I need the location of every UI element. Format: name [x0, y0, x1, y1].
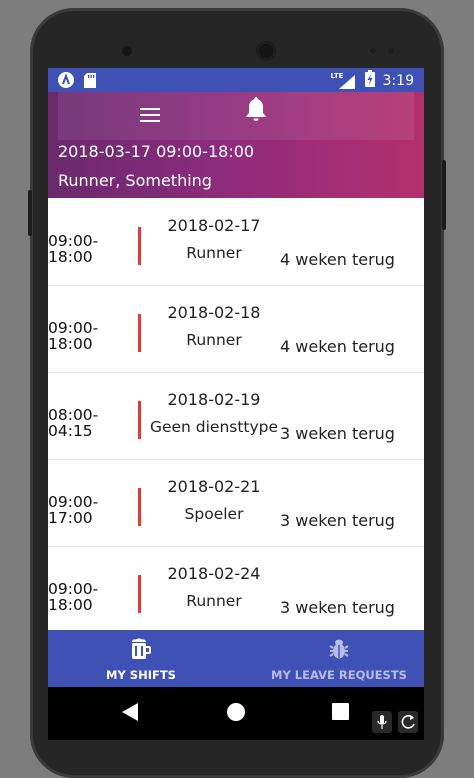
shift-date: 2018-02-21 — [167, 477, 261, 496]
signal-icon: LTE — [331, 72, 357, 90]
tab-my-leave-requests-label: MY LEAVE REQUESTS — [271, 668, 407, 682]
shift-role: Runner — [186, 244, 242, 262]
status-time: 3:19 — [382, 72, 414, 89]
shift-time: 09:00-18:00 — [48, 319, 99, 353]
battery-charging-icon — [364, 70, 375, 91]
shift-role: Runner — [186, 331, 242, 349]
shift-time: 08:00-04:15 — [48, 406, 99, 440]
shift-date: 2018-02-17 — [167, 216, 261, 235]
system-navigation-bar — [48, 687, 424, 740]
app-header: 2018-03-17 09:00-18:00 Runner, Something — [48, 92, 424, 198]
shift-indicator-bar — [138, 488, 141, 526]
shift-relative-time: 4 weken terug — [280, 250, 395, 269]
shift-role: Geen diensttype — [149, 418, 279, 436]
shift-row[interactable]: 08:00-04:15 2018-02-19 Geen diensttype 3… — [48, 372, 424, 460]
menu-icon[interactable] — [140, 104, 164, 128]
bottom-navigation: MY SHIFTS MY LEAVE REQUESTS — [48, 630, 424, 687]
shift-time: 09:00-18:00 — [48, 232, 99, 266]
shift-indicator-bar — [138, 227, 141, 265]
shift-indicator-bar — [138, 575, 141, 613]
bell-icon[interactable] — [244, 96, 270, 124]
rotate-icon[interactable] — [398, 711, 418, 733]
shift-row[interactable]: 09:00-18:00 2018-02-24 Runner 3 weken te… — [48, 546, 424, 630]
power-button — [442, 160, 446, 230]
shift-row[interactable]: 09:00-18:00 2018-02-17 Runner 4 weken te… — [48, 198, 424, 286]
light-sensor — [388, 48, 394, 54]
shift-indicator-bar — [138, 314, 141, 352]
shift-date: 2018-02-19 — [167, 390, 261, 409]
shift-relative-time: 3 weken terug — [280, 511, 395, 530]
toolbar — [58, 92, 414, 140]
shift-row[interactable]: 09:00-17:00 2018-02-21 Spoeler 3 weken t… — [48, 459, 424, 547]
shift-list: 09:00-18:00 2018-02-17 Runner 4 weken te… — [48, 198, 424, 630]
recents-icon[interactable] — [332, 703, 349, 724]
earpiece-speaker — [256, 41, 276, 61]
shift-relative-time: 3 weken terug — [280, 598, 395, 617]
current-shift-text: 2018-03-17 09:00-18:00 — [58, 142, 255, 161]
proximity-sensor — [370, 48, 376, 54]
shift-role: Runner — [186, 592, 242, 610]
mic-icon[interactable] — [372, 711, 392, 733]
current-role-text: Runner, Something — [58, 171, 212, 190]
tab-my-shifts-label: MY SHIFTS — [106, 668, 176, 682]
shift-time: 09:00-18:00 — [48, 580, 99, 614]
sd-card-icon — [84, 72, 96, 92]
back-icon[interactable] — [122, 703, 138, 725]
volume-button — [28, 190, 32, 236]
shift-date: 2018-02-24 — [167, 564, 261, 583]
app-screen: LTE 3:19 2018-03-17 09:00-18:00 Runner, … — [48, 68, 424, 740]
shift-indicator-bar — [138, 401, 141, 439]
bug-icon — [328, 638, 350, 664]
shift-relative-time: 4 weken terug — [280, 337, 395, 356]
shift-time: 09:00-17:00 — [48, 493, 99, 527]
front-camera — [122, 46, 132, 56]
tab-my-leave-requests[interactable]: MY LEAVE REQUESTS — [266, 630, 412, 687]
home-icon[interactable] — [226, 702, 246, 726]
beer-icon — [129, 638, 153, 664]
tab-my-shifts[interactable]: MY SHIFTS — [78, 630, 204, 687]
shift-role: Spoeler — [184, 505, 244, 523]
status-bar: LTE 3:19 — [48, 68, 424, 92]
shift-date: 2018-02-18 — [167, 303, 261, 322]
app-logo-icon — [58, 72, 74, 92]
shift-relative-time: 3 weken terug — [280, 424, 395, 443]
shift-row[interactable]: 09:00-18:00 2018-02-18 Runner 4 weken te… — [48, 285, 424, 373]
